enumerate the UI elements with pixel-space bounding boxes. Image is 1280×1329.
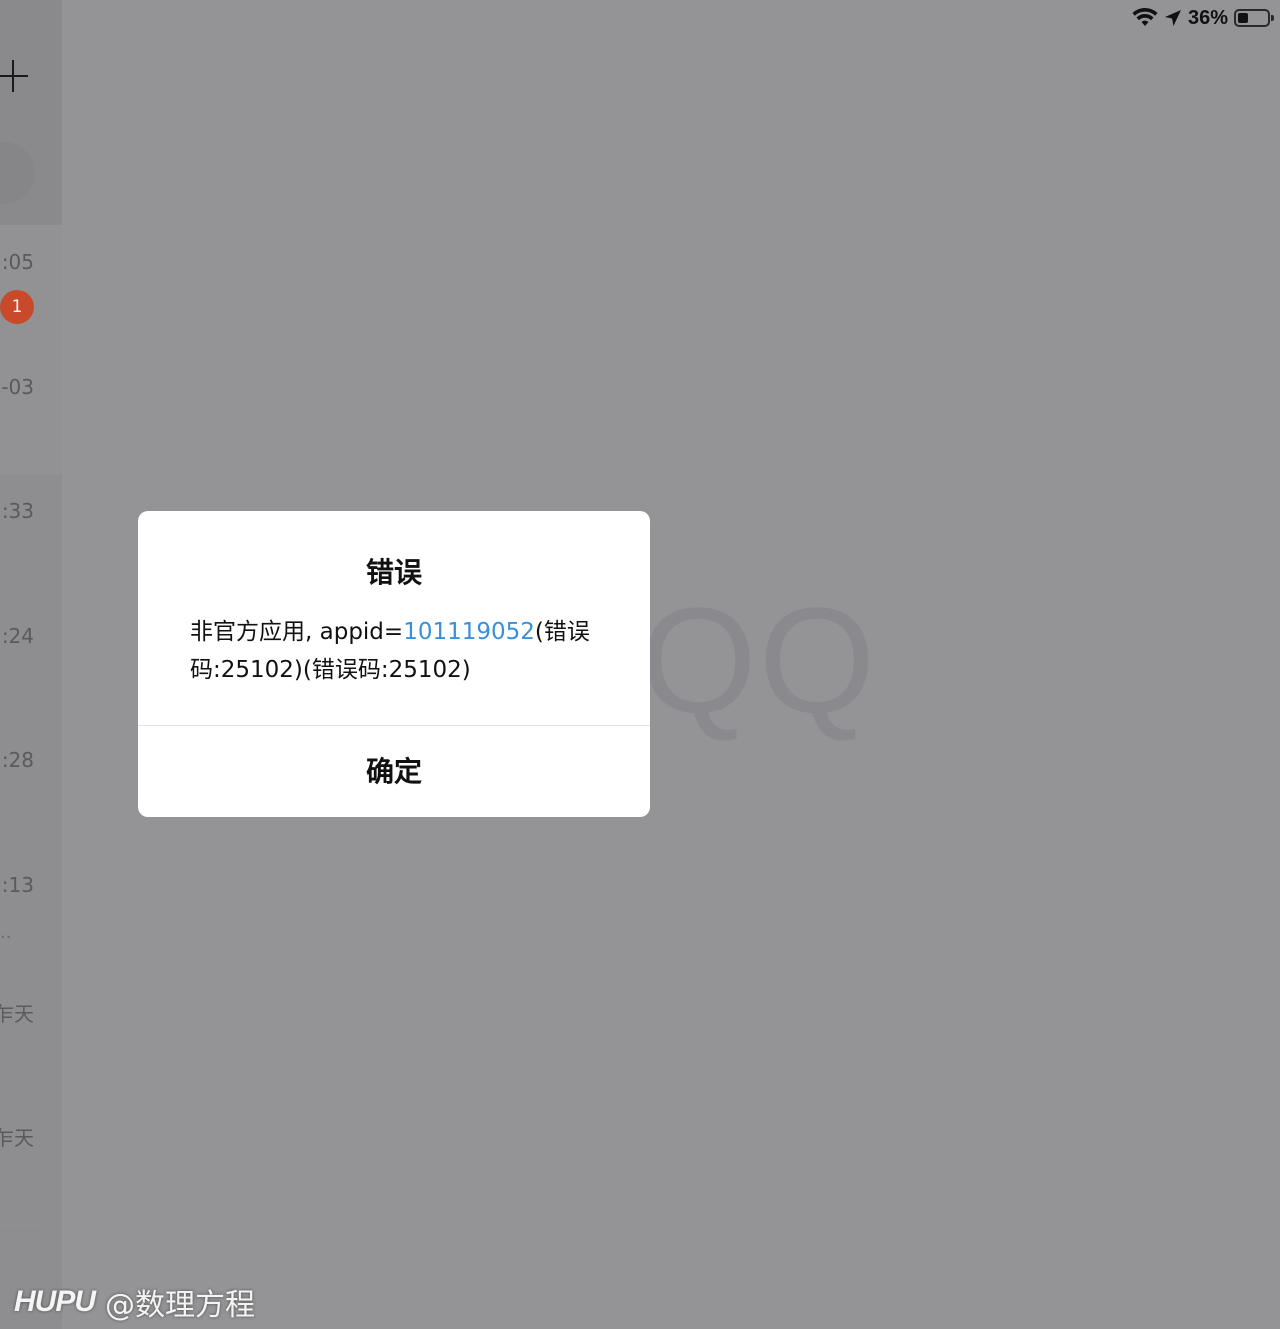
conversation-time: :28 [1, 748, 34, 772]
list-section [0, 475, 62, 1230]
conversation-time: 乍天 [0, 1002, 34, 1026]
conversation-time: :24 [1, 624, 34, 648]
conversation-time: ):13 [0, 873, 34, 897]
battery-percentage: 36% [1187, 6, 1228, 29]
error-dialog: 错误 非官方应用, appid=101119052(错误码:25102)(错误码… [138, 511, 650, 817]
status-bar: 36% [1132, 4, 1274, 32]
conversation-time: 乍天 [0, 1126, 34, 1150]
conversation-list: :05 1 -03 :33 :24 :28 ):13 .. 乍天 乍天 [0, 0, 62, 1329]
plus-icon[interactable] [0, 58, 30, 94]
qq-logo: QQ [640, 576, 878, 744]
hupu-logo: HUPU [14, 1285, 96, 1318]
conversation-time: :05 [1, 250, 34, 274]
watermark-handle: @数理方程 [105, 1288, 256, 1323]
conversation-time: -03 [1, 375, 34, 399]
message-snippet: .. [0, 922, 12, 943]
wifi-icon [1132, 7, 1158, 26]
screen: :05 1 -03 :33 :24 :28 ):13 .. 乍天 乍天 36% … [0, 0, 1280, 1329]
battery-nub [1271, 15, 1274, 21]
unread-badge: 1 [0, 290, 34, 324]
confirm-button[interactable]: 确定 [138, 726, 650, 817]
appid-link[interactable]: 101119052 [403, 619, 535, 645]
divider [0, 1230, 44, 1231]
conversation-time: :33 [1, 499, 34, 523]
battery-fill [1238, 13, 1248, 23]
location-arrow-icon [1164, 10, 1181, 26]
dialog-message: 非官方应用, appid=101119052(错误码:25102)(错误码:25… [190, 613, 610, 689]
source-watermark: HUPU @数理方程 [14, 1280, 255, 1324]
dialog-title: 错误 [365, 556, 422, 589]
message-prefix: 非官方应用, appid= [190, 619, 404, 645]
battery-icon [1234, 9, 1274, 27]
